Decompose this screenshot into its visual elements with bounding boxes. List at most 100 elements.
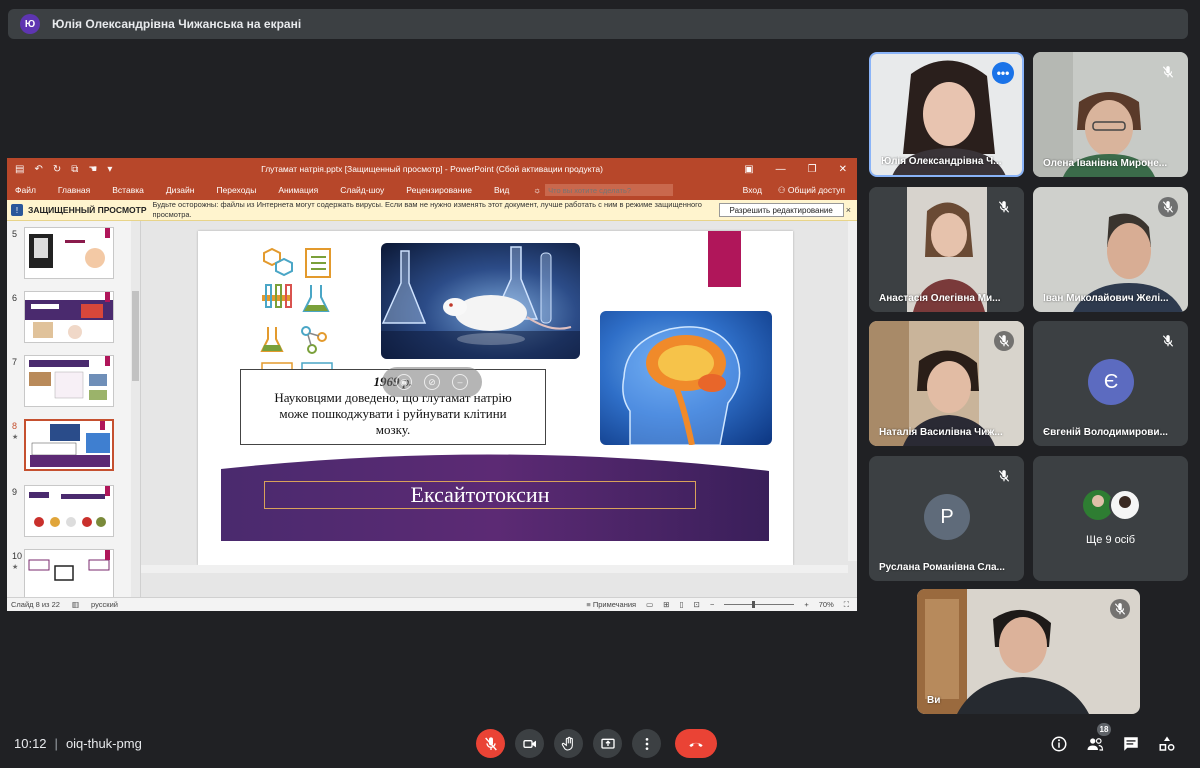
thumbnail-number: 8: [12, 421, 18, 431]
participant-tile[interactable]: Олена Іванівна Мироне...: [1033, 52, 1188, 177]
mic-off-icon: [994, 197, 1014, 217]
participant-name: Юлія Олександрівна Ч...: [881, 156, 1002, 167]
mic-off-icon: [1158, 331, 1178, 351]
slide-text-line-3: мозку.: [375, 422, 411, 437]
thumbnail-slide-8-selected: 8 ★: [7, 419, 131, 475]
participant-tile[interactable]: Анастасія Олегівна Ми...: [869, 187, 1024, 312]
raise-hand-button[interactable]: [554, 729, 583, 758]
ppt-document-title: Глутамат натрія.pptx [Защищенный просмот…: [261, 164, 603, 174]
ribbon-tab-home: Главная: [57, 185, 91, 195]
lab-rat-photo: [381, 243, 580, 359]
self-tile[interactable]: Ви: [917, 589, 1140, 714]
zoom-level: 70%: [818, 600, 834, 609]
thumbnail-image: [24, 419, 114, 471]
slideshow-icon: ⧉: [71, 163, 79, 175]
protected-view-close-icon: ×: [845, 205, 851, 215]
leave-call-button[interactable]: [675, 729, 717, 758]
undo-icon: ↶: [34, 163, 43, 175]
thumbnail-slide-5: 5: [7, 227, 131, 283]
close-icon: ✕: [838, 163, 847, 175]
enable-editing-button: Разрешить редактирование: [718, 203, 844, 217]
more-participants-label: Ще 9 осіб: [1085, 534, 1136, 546]
ribbon-tab-insert: Вставка: [112, 185, 144, 195]
separator: |: [54, 736, 58, 751]
presenter-banner: Ю Юлія Олександрівна Чижанська на екрані: [8, 9, 1188, 39]
participant-tile[interactable]: ••• Юлія Олександрівна Ч...: [869, 52, 1024, 177]
touch-mode-icon: ☚: [88, 163, 98, 175]
presenter-avatar: Ю: [20, 14, 40, 34]
thumbnail-image: [24, 355, 114, 407]
zoom-in-icon: +: [804, 600, 809, 609]
hang-up-icon: [689, 742, 703, 747]
presentation-overlay-controls: ◉ ⊘ –: [382, 367, 482, 397]
remove-icon: –: [452, 374, 468, 390]
zoom-out-icon: −: [709, 600, 715, 609]
people-icon: [1087, 738, 1104, 751]
participant-name: Євгеній Володимирови...: [1043, 427, 1168, 438]
thumbnail-image: [24, 485, 114, 537]
thumbnail-slide-7: 7: [7, 355, 131, 411]
more-options-button[interactable]: [632, 729, 661, 758]
thumbnail-slide-10: 10 ★: [7, 549, 131, 597]
slide-title: Ексайтотоксин: [264, 481, 696, 509]
ribbon-display-icon: ▣: [744, 163, 754, 175]
reading-view-icon: ▯: [679, 600, 684, 609]
slideshow-view-icon: ⊡: [693, 600, 700, 609]
ppt-titlebar: ▤ ↶ ↻ ⧉ ☚ ▾ Глутамат натрія.pptx [Защище…: [7, 158, 857, 180]
participant-tile[interactable]: P Руслана Романівна Сла...: [869, 456, 1024, 581]
shield-icon: !: [11, 204, 23, 216]
camera-icon: [522, 739, 536, 748]
spellcheck-icon: ▥: [71, 600, 80, 609]
more-vert-icon: [645, 737, 648, 750]
slide-sorter-icon: ⊞: [663, 600, 670, 609]
thumbnail-scrollbar-thumb: [132, 291, 139, 381]
editor-horizontal-scrollbar: [141, 565, 848, 573]
participant-name: Руслана Романівна Сла...: [879, 562, 1005, 573]
camera-toggle-button[interactable]: [515, 729, 544, 758]
slide-editor: 1969 р. Науковцями доведено, що глутамат…: [141, 221, 857, 597]
ppt-ribbon-tabs: Файл Главная Вставка Дизайн Переходы Ани…: [7, 180, 857, 200]
restore-icon: ❐: [807, 163, 817, 175]
ribbon-tab-animation: Анимация: [278, 185, 319, 195]
clock-time: 10:12: [14, 736, 47, 751]
slide-text-line-2: може пошкоджувати і руйнувати клітини: [279, 406, 507, 421]
microphone-toggle-button[interactable]: [476, 729, 505, 758]
protected-view-bar: ! ЗАЩИЩЕННЫЙ ПРОСМОТР Будьте осторожны: …: [7, 200, 857, 221]
people-button[interactable]: 18: [1084, 723, 1111, 755]
customize-qa-icon: ▾: [107, 163, 113, 175]
thumbnail-image: [24, 549, 114, 597]
chemistry-icons-image: [256, 245, 338, 375]
person-icon: ⚇: [777, 184, 788, 195]
activities-button[interactable]: [1156, 733, 1178, 755]
minimize-icon: —: [775, 163, 786, 175]
chat-button[interactable]: [1120, 733, 1142, 755]
ribbon-tab-slideshow: Слайд-шоу: [340, 185, 385, 195]
mic-off-icon: [994, 466, 1014, 486]
tell-me-box: ☼: [533, 184, 674, 196]
participant-tile[interactable]: Є Євгеній Володимирови...: [1033, 321, 1188, 446]
mic-off-icon: [1110, 599, 1130, 619]
participant-tile[interactable]: Іван Миколайович Желі...: [1033, 187, 1188, 312]
participant-options-button[interactable]: •••: [992, 62, 1014, 84]
tell-me-input: [545, 184, 674, 196]
brain-illustration: [600, 311, 772, 445]
more-participants-tile[interactable]: Ще 9 осіб: [1033, 456, 1188, 581]
thumbnail-number: 5: [12, 229, 18, 239]
participant-name: Наталія Василівна Чиж...: [879, 427, 1003, 438]
mic-off-icon: [484, 736, 497, 750]
participant-tile[interactable]: Наталія Василівна Чиж...: [869, 321, 1024, 446]
quick-access-toolbar: ▤ ↶ ↻ ⧉ ☚ ▾: [7, 164, 112, 175]
more-participants-avatars: [1083, 489, 1141, 521]
language-indicator: русский: [91, 600, 118, 609]
present-screen-button[interactable]: [593, 729, 622, 758]
ribbon-tab-file: Файл: [15, 185, 36, 195]
shared-screen-powerpoint: ▤ ↶ ↻ ⧉ ☚ ▾ Глутамат натрія.pptx [Защище…: [7, 158, 857, 611]
protected-view-message: Будьте осторожны: файлы из Интернета мог…: [152, 200, 702, 219]
meeting-details-button[interactable]: [1048, 733, 1070, 755]
share-label: Общий доступ: [787, 184, 845, 195]
thumbnail-number: 6: [12, 293, 18, 303]
notes-label: Примечания: [592, 600, 637, 609]
zoom-slider: [724, 601, 795, 608]
info-icon: [1051, 736, 1067, 752]
sign-in-link: Вход: [742, 184, 762, 195]
